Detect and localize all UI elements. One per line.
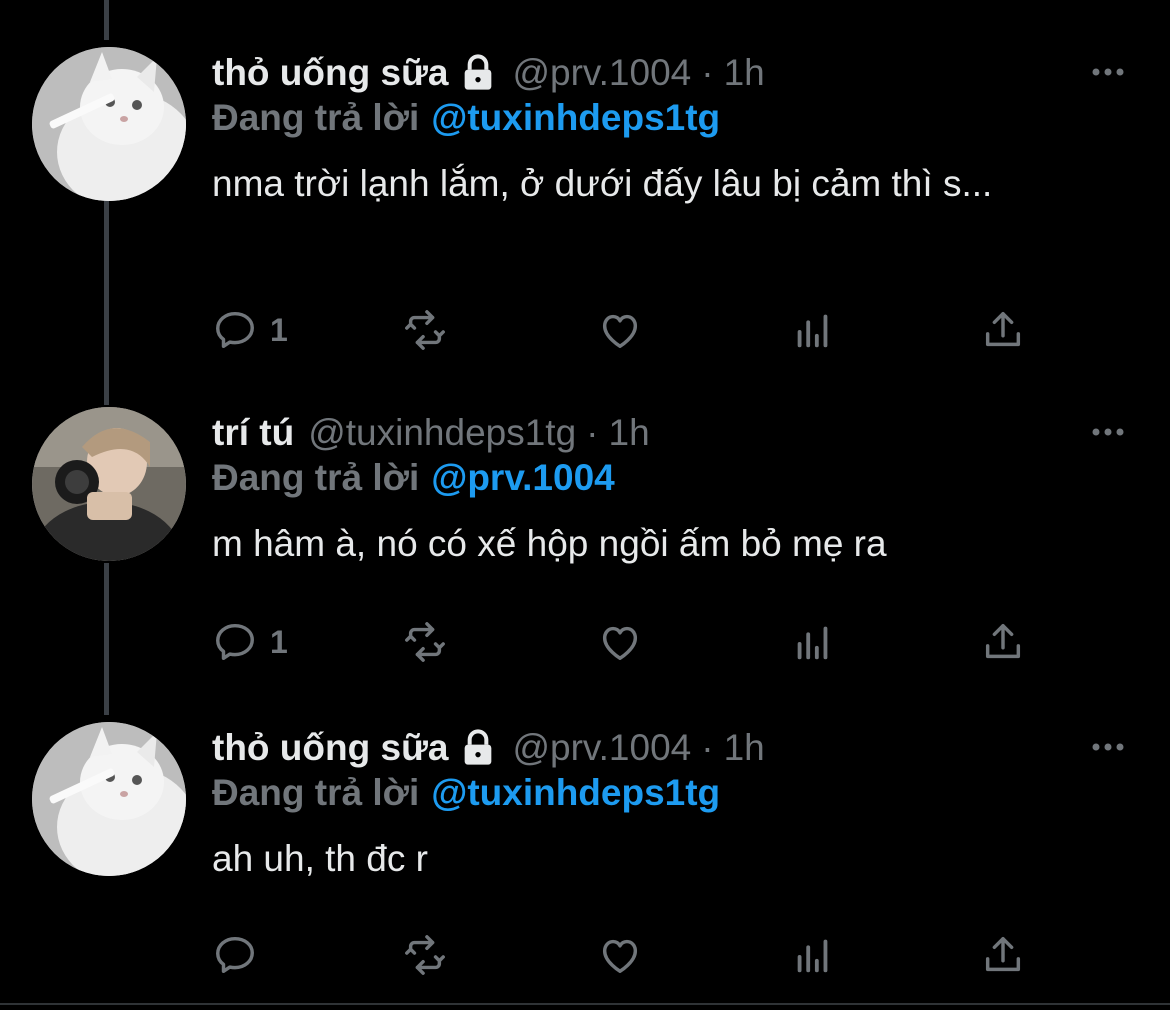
reply-button[interactable]: 1 — [212, 617, 288, 667]
timestamp[interactable]: 1h — [724, 727, 765, 769]
replying-to: Đang trả lời @tuxinhdeps1tg — [212, 772, 720, 814]
retweet-icon — [405, 935, 445, 975]
replying-to: Đang trả lời @tuxinhdeps1tg — [212, 97, 720, 139]
lock-icon — [465, 54, 492, 90]
tweet-header: thỏ uống sữa @prv.1004 · 1h — [212, 722, 765, 774]
lock-icon — [465, 729, 492, 765]
reply-count: 1 — [270, 623, 288, 660]
separator-dot: · — [701, 727, 714, 768]
handle[interactable]: @prv.1004 — [512, 727, 691, 769]
analytics-icon — [797, 939, 828, 973]
display-name[interactable]: thỏ uống sữa — [212, 727, 448, 769]
tweet-header: thỏ uống sữa @prv.1004 · 1h — [212, 47, 765, 99]
timestamp[interactable]: 1h — [609, 412, 650, 454]
tweet[interactable]: thỏ uống sữa @prv.1004 · 1h Đang trả lời… — [0, 722, 1170, 992]
separator-dot: · — [586, 412, 599, 453]
replying-to-label: Đang trả lời — [212, 772, 420, 813]
reply-button[interactable] — [212, 930, 270, 980]
display-name[interactable]: trí tú — [212, 412, 294, 454]
replying-to-handle[interactable]: @prv.1004 — [431, 457, 615, 498]
share-button[interactable] — [980, 930, 1026, 980]
tweet-header: trí tú @tuxinhdeps1tg · 1h — [212, 407, 650, 459]
share-icon — [985, 936, 1021, 972]
thread-line-top — [104, 0, 109, 40]
more-options-icon[interactable] — [1088, 732, 1128, 762]
more-options-icon[interactable] — [1088, 417, 1128, 447]
retweet-button[interactable] — [402, 930, 448, 980]
tweet[interactable]: trí tú @tuxinhdeps1tg · 1h Đang trả lời @… — [0, 407, 1170, 697]
tweet-actions — [212, 930, 1052, 980]
tweet-text: ah uh, th đc r — [212, 838, 428, 879]
retweet-button[interactable] — [402, 305, 448, 355]
retweet-button[interactable] — [402, 617, 448, 667]
analytics-icon — [797, 314, 828, 348]
replying-to-handle[interactable]: @tuxinhdeps1tg — [431, 97, 720, 138]
replying-to-handle[interactable]: @tuxinhdeps1tg — [431, 772, 720, 813]
like-icon — [602, 626, 638, 661]
like-button[interactable] — [597, 617, 643, 667]
share-button[interactable] — [980, 305, 1026, 355]
reply-icon — [216, 623, 254, 661]
tweet-actions: 1 — [212, 617, 1052, 667]
tweet-text: m hâm à, nó có xế hộp ngồi ấm bỏ mẹ ra — [212, 523, 887, 564]
like-button[interactable] — [597, 930, 643, 980]
white-cat-avatar — [32, 722, 186, 876]
share-button[interactable] — [980, 617, 1026, 667]
replying-to: Đang trả lời @prv.1004 — [212, 457, 615, 499]
like-button[interactable] — [597, 305, 643, 355]
avatar[interactable] — [32, 47, 186, 201]
retweet-icon — [405, 622, 445, 662]
reply-icon — [216, 311, 254, 349]
reply-count: 1 — [270, 311, 288, 348]
display-name[interactable]: thỏ uống sữa — [212, 52, 448, 94]
tweet[interactable]: thỏ uống sữa @prv.1004 · 1h Đang trả lời… — [0, 47, 1170, 367]
analytics-button[interactable] — [790, 617, 836, 667]
like-icon — [602, 939, 638, 974]
retweet-icon — [405, 310, 445, 350]
analytics-button[interactable] — [790, 930, 836, 980]
analytics-button[interactable] — [790, 305, 836, 355]
handle[interactable]: @tuxinhdeps1tg — [308, 412, 576, 454]
like-icon — [602, 314, 638, 349]
white-cat-avatar — [32, 47, 186, 201]
handle[interactable]: @prv.1004 — [512, 52, 691, 94]
avatar[interactable] — [32, 407, 186, 561]
person-with-camera-avatar — [32, 407, 186, 561]
reply-icon — [216, 936, 254, 974]
reply-button[interactable]: 1 — [212, 305, 288, 355]
analytics-icon — [797, 626, 828, 660]
bottom-divider — [0, 1003, 1170, 1005]
tweet-text: nma trời lạnh lắm, ở dưới đấy lâu bị cảm… — [212, 163, 993, 204]
separator-dot: · — [701, 52, 714, 93]
replying-to-label: Đang trả lời — [212, 457, 420, 498]
avatar[interactable] — [32, 722, 186, 876]
timestamp[interactable]: 1h — [724, 52, 765, 94]
tweet-actions: 1 — [212, 305, 1052, 355]
share-icon — [985, 311, 1021, 347]
share-icon — [985, 623, 1021, 659]
more-options-icon[interactable] — [1088, 57, 1128, 87]
replying-to-label: Đang trả lời — [212, 97, 420, 138]
